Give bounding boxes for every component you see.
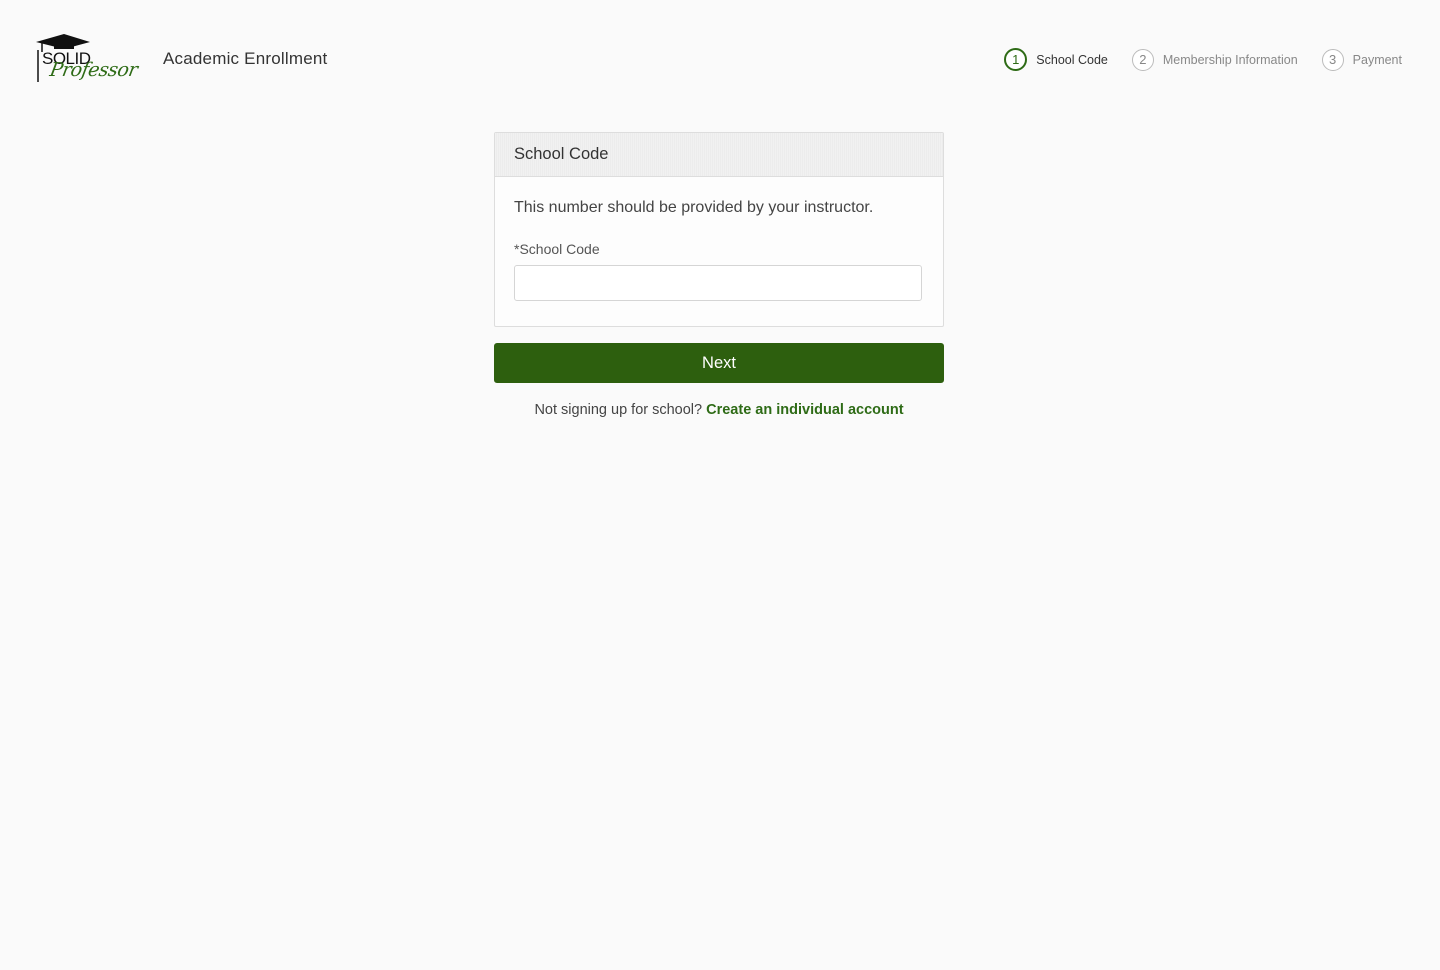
step-label: Membership Information [1162,52,1298,67]
individual-account-prompt: Not signing up for school? Create an ind… [494,402,944,418]
step-label: School Code [1036,52,1108,67]
step-membership-information: 2 Membership Information [1131,48,1298,71]
school-code-card: School Code This number should be provid… [494,132,944,327]
step-label: Payment [1352,52,1402,67]
card-description: This number should be provided by your i… [514,199,874,216]
page-title: Academic Enrollment [163,49,328,68]
solidprofessor-logo[interactable]: SOLID Professor [34,32,144,88]
card-body: This number should be provided by your i… [495,199,943,301]
create-individual-account-link[interactable]: Create an individual account [706,402,903,418]
logo-text-professor: Professor [48,59,140,81]
enrollment-steps: 1 School Code 2 Membership Information 3… [980,48,1402,71]
step-payment: 3 Payment [1321,48,1402,71]
card-title: School Code [495,133,943,177]
school-code-input[interactable] [514,265,922,301]
step-number: 3 [1321,48,1344,71]
page-header: SOLID Professor Academic Enrollment 1 Sc… [0,0,1440,120]
school-code-label: *School Code [514,241,600,257]
step-school-code: 1 School Code [1004,48,1108,71]
step-number: 1 [1004,48,1028,71]
prompt-text: Not signing up for school? [534,402,707,418]
step-number: 2 [1131,48,1154,71]
next-button[interactable]: Next [494,343,944,383]
